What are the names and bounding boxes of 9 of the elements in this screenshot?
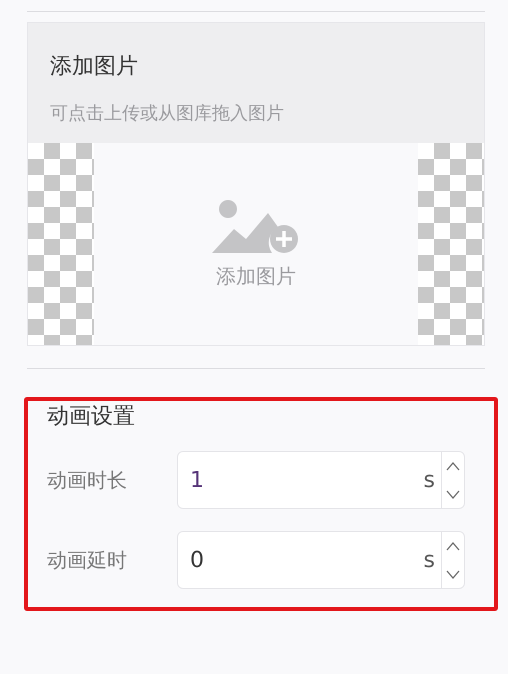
field-label: 动画时长 <box>47 466 128 494</box>
number-input[interactable]: 0 s <box>177 531 465 589</box>
upload-label: 添加图片 <box>216 262 296 290</box>
add-image-icon <box>212 198 300 254</box>
card-title: 添加图片 <box>50 53 139 81</box>
upload-hint: 可点击上传或从图库拖入图片 <box>50 102 285 125</box>
number-input[interactable]: 1 s <box>177 451 465 509</box>
field-label: 动画延时 <box>47 546 128 574</box>
section-title: 动画设置 <box>47 405 136 429</box>
